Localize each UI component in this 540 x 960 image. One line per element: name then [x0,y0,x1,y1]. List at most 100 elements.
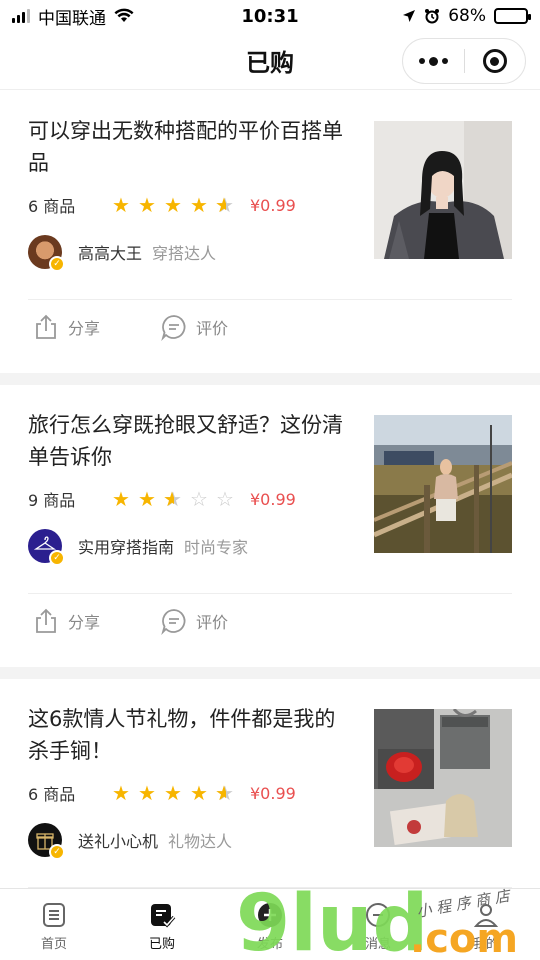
more-button[interactable] [403,39,464,83]
star-full-icon: ★ [164,781,182,805]
rating-stars: ★ ★ ★ ★ ★ [110,195,236,215]
share-button[interactable]: 分享 [32,607,100,635]
author[interactable]: ✓ 送礼小心机 礼物达人 [28,823,232,860]
cover-image[interactable] [374,415,512,553]
star-full-icon: ★ [138,781,156,805]
comment-icon [161,315,186,341]
location-icon [403,10,416,22]
card-title[interactable]: 可以穿出无数种搭配的平价百搭单品 [28,115,348,179]
cover-image[interactable] [374,121,512,259]
card-actions: 分享 评价 [32,313,228,341]
star-full-icon: ★ [164,193,182,217]
ranch-photo [374,415,512,553]
tab-profile-label: 我的 [472,937,499,952]
tab-purchased-label: 已购 [148,937,175,952]
verified-icon: ✓ [49,550,65,566]
item-count: 6 商品 [28,197,76,216]
author-tag: 穿搭达人 [152,244,217,263]
status-bar: 中国联通 10:31 68% [0,0,540,32]
status-left: 中国联通 [12,4,212,29]
star-empty-icon: ☆ [190,487,208,511]
battery-icon [494,8,531,24]
page-title: 已购 [246,49,294,77]
star-half-icon: ★ [162,489,184,509]
cover-image[interactable] [374,709,512,847]
card-meta: 9 商品 ★ ★ ★ ☆ ☆ ¥0.99 [28,487,296,511]
price: ¥0.99 [250,783,296,803]
gift-photo [374,709,512,847]
card-meta: 6 商品 ★ ★ ★ ★ ★ ¥0.99 [28,193,296,217]
list-card[interactable]: 可以穿出无数种搭配的平价百搭单品 6 商品 ★ ★ ★ ★ ★ ¥0.99 ✓ 高高大王… [0,91,540,373]
purchased-icon [151,904,176,928]
review-label: 评价 [196,319,229,338]
card-gap [0,667,540,679]
item-count: 9 商品 [28,491,76,510]
author-name[interactable]: 高高大王 [78,240,142,264]
star-full-icon: ★ [112,193,130,217]
review-button[interactable]: 评价 [160,607,228,635]
signal-icon [12,9,30,23]
share-label: 分享 [68,319,101,338]
card-title[interactable]: 这6款情人节礼物，件件都是我的杀手锏！ [28,703,348,767]
card-actions: 分享 评价 [32,607,228,635]
target-icon [482,49,507,73]
star-full-icon: ★ [112,781,130,805]
tab-messages-label: 消息 [364,937,391,952]
status-time: 10:31 [241,5,299,27]
profile-icon [473,904,499,927]
price: ¥0.99 [250,195,296,215]
author-name[interactable]: 送礼小心机 [78,828,158,852]
tab-publish[interactable]: 发布 [216,889,324,960]
avatar[interactable]: ✓ [28,235,65,272]
card-meta: 6 商品 ★ ★ ★ ★ ★ ¥0.99 [28,781,296,805]
star-empty-icon: ☆ [216,487,234,511]
item-count: 6 商品 [28,785,76,804]
share-icon [36,314,56,339]
star-half-icon: ★ [214,783,236,803]
star-full-icon: ★ [138,487,156,511]
list-icon [43,903,65,927]
tab-publish-label: 发布 [256,937,283,952]
avatar[interactable]: ✓ [28,823,65,860]
avatar[interactable]: ✓ [28,529,65,566]
rating-stars: ★ ★ ★ ★ ★ [110,783,236,803]
star-half-icon: ★ [214,195,236,215]
author-name[interactable]: 实用穿搭指南 [78,534,174,558]
nav-bar: 已购 [0,32,540,90]
status-right: 68% [328,6,531,26]
star-full-icon: ★ [190,193,208,217]
tab-home[interactable]: 首页 [0,889,108,960]
woman-photo [374,121,512,259]
star-full-icon: ★ [190,781,208,805]
battery-percent: 68% [448,6,486,26]
alarm-icon [425,9,440,24]
miniprogram-capsule [402,38,526,84]
list-card[interactable]: 旅行怎么穿既抢眼又舒适？这份清单告诉你 9 商品 ★ ★ ★ ☆ ☆ ¥0.99 ✓ 实… [0,385,540,667]
author[interactable]: ✓ 高高大王 穿搭达人 [28,235,217,272]
rating-stars: ★ ★ ★ ☆ ☆ [110,489,236,509]
card-divider [28,299,512,300]
author[interactable]: ✓ 实用穿搭指南 时尚专家 [28,529,249,566]
verified-icon: ✓ [49,256,65,272]
tab-bar: 首页 已购 发布 消息 我的 [0,888,540,960]
price: ¥0.99 [250,489,296,509]
author-tag: 时尚专家 [184,538,249,557]
tab-profile[interactable]: 我的 [432,889,540,960]
close-button[interactable] [465,39,526,83]
card-gap [0,373,540,385]
wifi-icon [114,8,134,22]
star-full-icon: ★ [138,193,156,217]
carrier-name: 中国联通 [38,8,106,29]
verified-icon: ✓ [49,844,65,860]
publish-icon [258,903,282,927]
review-label: 评价 [196,613,229,632]
card-divider [28,593,512,594]
share-button[interactable]: 分享 [32,313,100,341]
share-icon [36,608,56,633]
more-dots-icon [418,56,448,66]
tab-messages[interactable]: 消息 [324,889,432,960]
tab-purchased[interactable]: 已购 [108,889,216,960]
card-title[interactable]: 旅行怎么穿既抢眼又舒适？这份清单告诉你 [28,409,348,473]
review-button[interactable]: 评价 [160,313,228,341]
share-label: 分享 [68,613,101,632]
